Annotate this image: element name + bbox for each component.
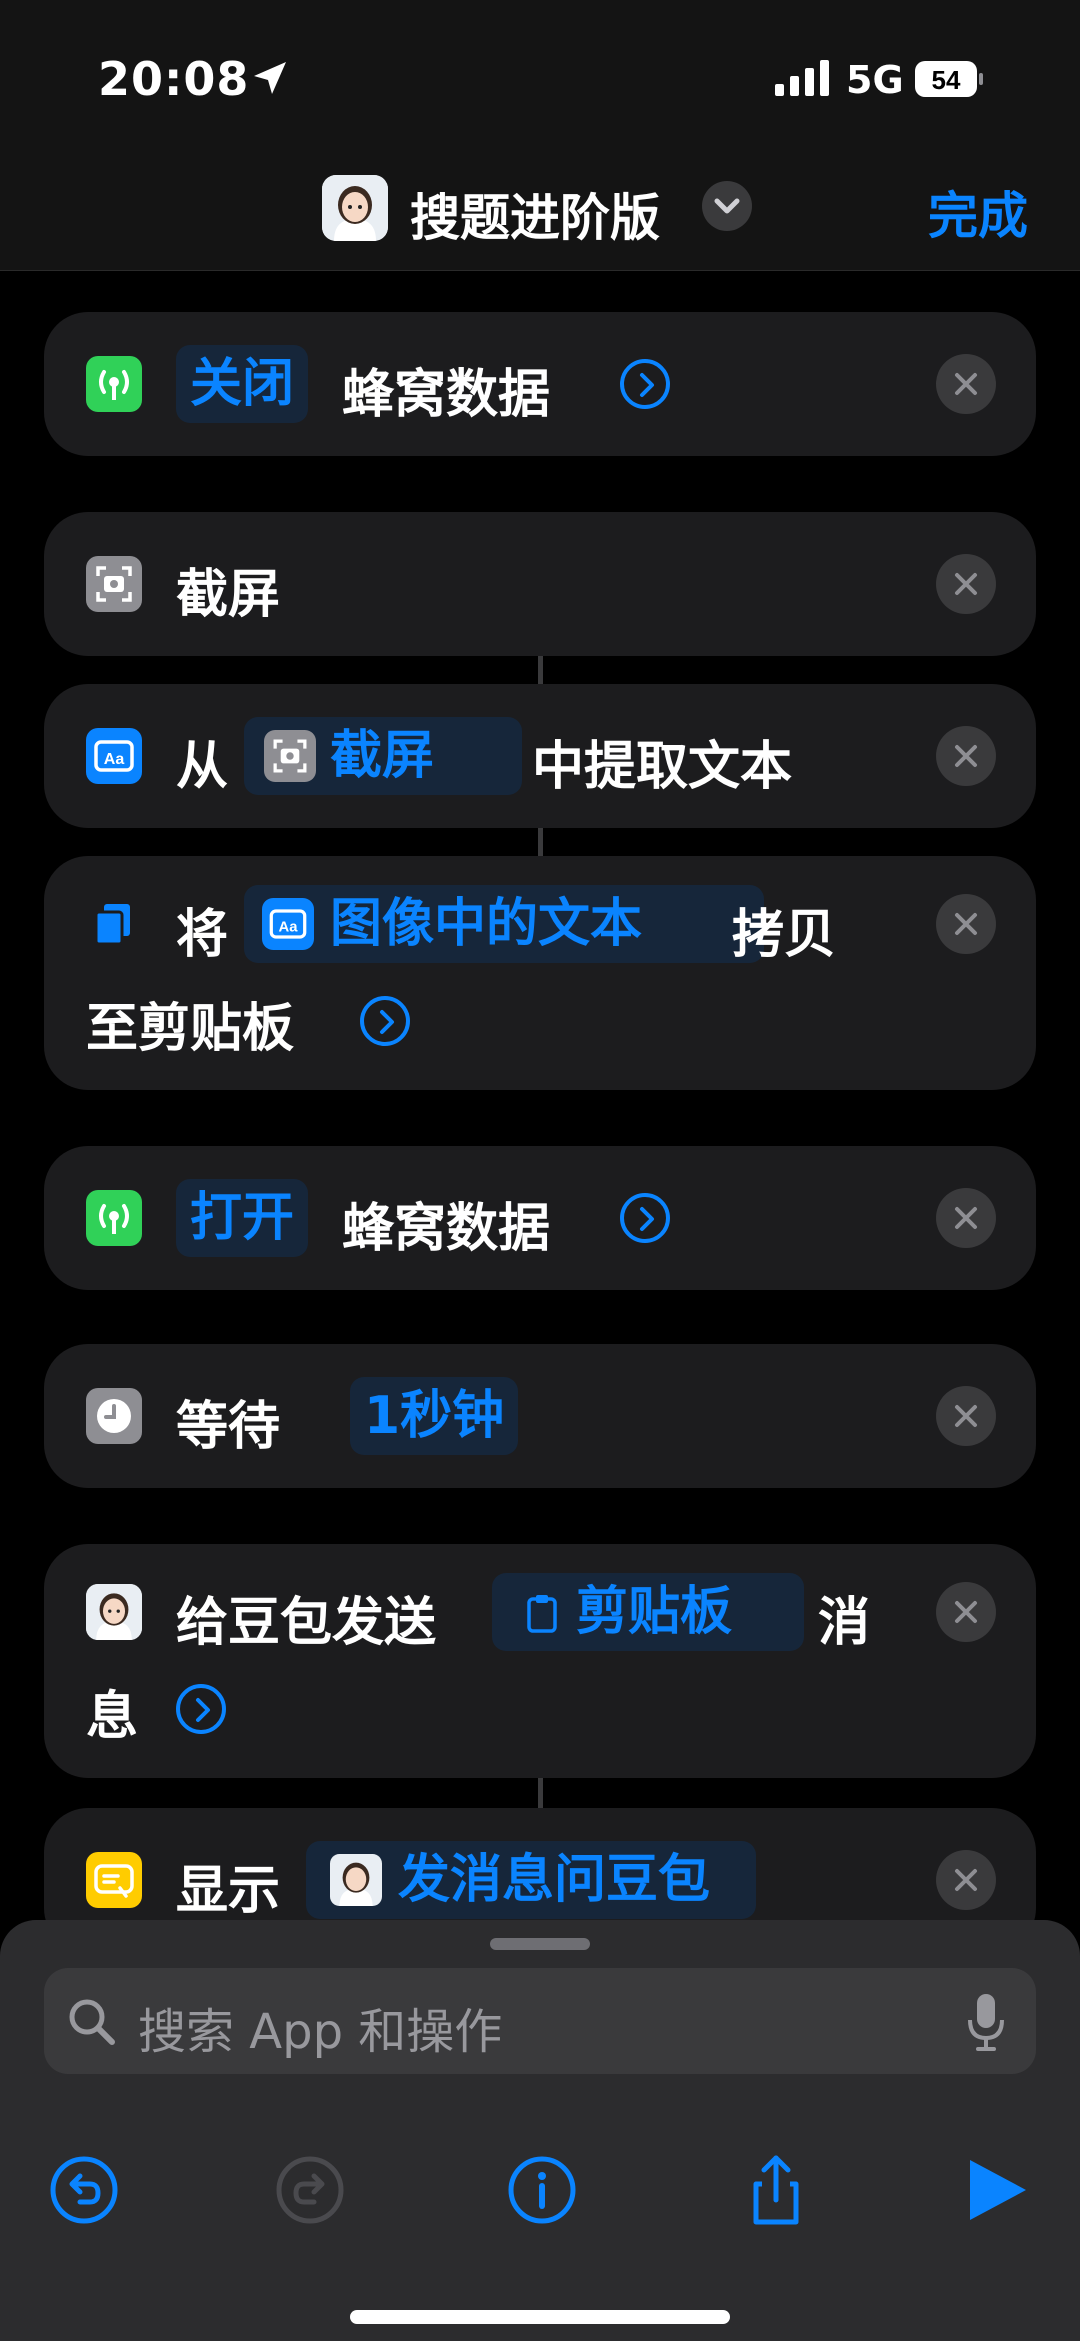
- show-result-icon: [86, 1852, 142, 1908]
- expand-arrow-icon[interactable]: [360, 996, 410, 1046]
- sheet-grabber[interactable]: [490, 1938, 590, 1950]
- search-field[interactable]: 搜索 App 和操作: [44, 1968, 1036, 2074]
- extract-text-icon: Aa: [262, 898, 314, 950]
- doubao-avatar-icon: [86, 1584, 142, 1640]
- variable-token-image-text[interactable]: Aa 图像中的文本: [244, 885, 764, 963]
- info-icon[interactable]: [502, 2150, 582, 2230]
- title-menu-button[interactable]: [702, 181, 752, 231]
- remove-action-button[interactable]: [936, 1582, 996, 1642]
- action-prefix: 给豆包发送: [176, 1593, 437, 1653]
- battery-level: 54: [932, 65, 961, 95]
- close-icon: [955, 913, 977, 935]
- microphone-icon[interactable]: [966, 1992, 1006, 2052]
- clipboard-icon: [527, 1595, 557, 1633]
- action-card-send-doubao[interactable]: 给豆包发送 剪贴板 消 息: [44, 1544, 1036, 1778]
- remove-action-button[interactable]: [936, 354, 996, 414]
- network-type: 5G: [846, 58, 904, 102]
- action-card-wait[interactable]: 等待 1秒钟: [44, 1344, 1036, 1488]
- cellular-signal-icon: [775, 60, 829, 96]
- expand-arrow-icon[interactable]: [176, 1684, 226, 1734]
- play-icon[interactable]: [956, 2150, 1036, 2230]
- token-label: 发消息问豆包: [398, 1850, 711, 1910]
- search-icon: [69, 1999, 115, 2045]
- redo-icon[interactable]: [270, 2150, 350, 2230]
- action-label: 截屏: [176, 565, 281, 625]
- page-title: 搜题进阶版: [410, 189, 660, 247]
- shortcut-avatar[interactable]: [322, 175, 388, 241]
- action-card-cellular-on[interactable]: 打开 蜂窝数据: [44, 1146, 1036, 1290]
- svg-text:Aa: Aa: [104, 751, 125, 768]
- screenshot-icon: [264, 730, 316, 782]
- editor-toolbar: [0, 2130, 1080, 2341]
- action-suffix: 中提取文本: [532, 737, 793, 797]
- action-search-sheet: 搜索 App 和操作: [0, 1920, 1080, 2130]
- close-icon: [955, 1869, 977, 1891]
- action-line2: 至剪贴板: [86, 999, 295, 1059]
- status-time: 20:08: [98, 52, 250, 106]
- screenshot-icon: [86, 556, 142, 612]
- expand-arrow-icon[interactable]: [620, 1193, 670, 1243]
- svg-text:Aa: Aa: [279, 919, 299, 935]
- action-prefix: 等待: [176, 1397, 281, 1457]
- close-icon: [955, 745, 977, 767]
- duration-token[interactable]: 1秒钟: [350, 1377, 519, 1455]
- remove-action-button[interactable]: [936, 1850, 996, 1910]
- toggle-verb-token[interactable]: 关闭: [176, 345, 309, 423]
- toggle-verb-token[interactable]: 打开: [176, 1179, 309, 1257]
- battery-icon: 54: [915, 61, 983, 97]
- variable-token-screenshot[interactable]: 截屏: [244, 717, 522, 795]
- cellular-antenna-icon: [86, 1190, 142, 1246]
- chevron-down-icon: [714, 198, 740, 214]
- done-button[interactable]: 完成: [928, 176, 1028, 248]
- location-arrow-icon: [254, 62, 286, 94]
- home-indicator: [350, 2310, 730, 2324]
- action-connector: [538, 828, 543, 856]
- action-connector: [538, 1778, 543, 1808]
- action-prefix: 从: [176, 737, 229, 797]
- action-card-extract-text[interactable]: Aa 从 截屏 中提取文本: [44, 684, 1036, 828]
- close-icon: [955, 1207, 977, 1229]
- clock-icon: [86, 1388, 142, 1444]
- remove-action-button[interactable]: [936, 1386, 996, 1446]
- action-suffix: 拷贝: [732, 905, 837, 965]
- doubao-avatar-icon: [330, 1854, 382, 1906]
- close-icon: [955, 1405, 977, 1427]
- token-label: 图像中的文本: [330, 894, 643, 954]
- share-icon[interactable]: [736, 2150, 816, 2230]
- variable-token-doubao-result[interactable]: 发消息问豆包: [306, 1841, 756, 1919]
- search-placeholder: 搜索 App 和操作: [138, 2004, 503, 2060]
- variable-token-clipboard[interactable]: 剪贴板: [492, 1573, 804, 1651]
- remove-action-button[interactable]: [936, 554, 996, 614]
- close-icon: [955, 373, 977, 395]
- token-label: 剪贴板: [576, 1582, 733, 1642]
- remove-action-button[interactable]: [936, 726, 996, 786]
- action-label: 蜂窝数据: [342, 365, 551, 425]
- expand-arrow-icon[interactable]: [620, 359, 670, 409]
- close-icon: [955, 1601, 977, 1623]
- action-card-copy-clipboard[interactable]: 将 Aa 图像中的文本 拷贝 至剪贴板: [44, 856, 1036, 1090]
- close-icon: [955, 573, 977, 595]
- nav-bar: 搜题进阶版 完成: [0, 150, 1080, 271]
- action-card-screenshot[interactable]: 截屏: [44, 512, 1036, 656]
- action-line2: 息: [86, 1687, 139, 1747]
- token-label: 截屏: [330, 726, 435, 786]
- action-connector: [538, 656, 543, 684]
- avatar-icon: [322, 175, 388, 241]
- remove-action-button[interactable]: [936, 1188, 996, 1248]
- action-card-cellular-off[interactable]: 关闭 蜂窝数据: [44, 312, 1036, 456]
- document-copy-icon: [86, 896, 142, 952]
- action-suffix: 消: [818, 1593, 871, 1653]
- action-prefix: 将: [176, 905, 229, 965]
- remove-action-button[interactable]: [936, 894, 996, 954]
- action-prefix: 显示: [176, 1861, 281, 1921]
- action-label: 蜂窝数据: [342, 1199, 551, 1259]
- undo-icon[interactable]: [44, 2150, 124, 2230]
- cellular-antenna-icon: [86, 356, 142, 412]
- status-bar: 20:08 5G 54: [0, 0, 1080, 150]
- extract-text-icon: Aa: [86, 728, 142, 784]
